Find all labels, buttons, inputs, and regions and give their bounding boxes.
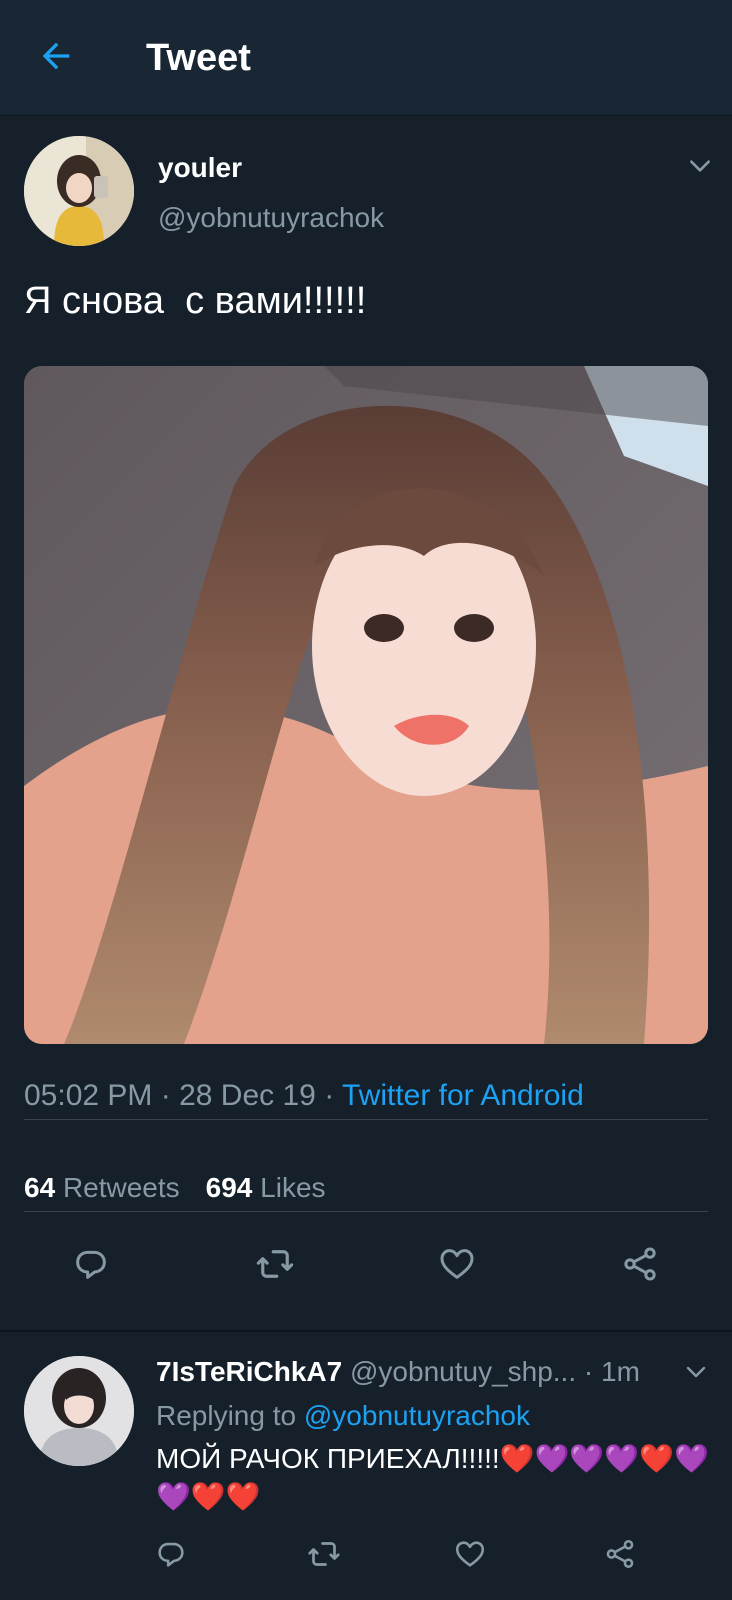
like-count: 694 [205,1172,253,1203]
reply-author-handle[interactable]: @yobnutuy_shp... [350,1356,576,1387]
back-button[interactable] [32,34,80,82]
tweet-stats: 64 Retweets 694 Likes [24,1172,326,1204]
tweet-meta: 05:02 PM · 28 Dec 19 · Twitter for Andro… [24,1079,584,1113]
reply-retweet-button[interactable] [298,1530,350,1582]
meta-separator: · [315,1079,342,1112]
tweet-menu-button[interactable] [680,148,720,188]
top-bar: Tweet [0,0,732,116]
share-button[interactable] [610,1236,670,1296]
retweet-button[interactable] [245,1236,305,1296]
tweet-photo[interactable] [24,366,708,1044]
reply-button[interactable] [61,1236,121,1296]
divider [24,1211,708,1212]
like-icon [437,1244,477,1289]
replying-mention-link[interactable]: @yobnutuyrachok [304,1400,530,1431]
reply-text: МОЙ РАЧОК ПРИЕХАЛ!!!!!❤️💜💜💜❤️💜💜❤️❤️ [156,1443,709,1512]
reply-time: · 1m [583,1356,640,1387]
retweet-icon [254,1243,296,1290]
tweet-time: 05:02 PM [24,1079,153,1112]
page-title: Tweet [146,37,251,79]
retweets-label: Retweets [62,1172,180,1203]
share-icon [620,1244,660,1289]
tweet-text: Я снова с вами!!!!!! [24,280,367,322]
meta-separator: · [152,1079,180,1112]
reply-icon [71,1244,111,1289]
divider [24,1119,708,1120]
reply-icon [154,1537,188,1576]
reply-reply-button[interactable] [145,1530,197,1582]
tweet-date: 28 Dec 19 [179,1079,316,1112]
retweet-count: 64 [24,1172,56,1203]
reply-menu-button[interactable] [676,1354,716,1394]
reply-author-name[interactable]: 7IsTeRiChkA7 [156,1356,342,1387]
share-icon [603,1537,637,1576]
reply-author-avatar[interactable] [24,1356,134,1466]
arrow-left-icon [36,36,76,81]
likes-label: Likes [260,1172,326,1203]
reply-like-button[interactable] [444,1530,496,1582]
replying-to: Replying to @yobnutuyrachok [156,1400,530,1432]
author-name[interactable]: youler [158,152,242,184]
chevron-down-icon [684,1360,708,1389]
author-handle[interactable]: @yobnutuyrachok [158,202,384,234]
likes-stat[interactable]: 694 Likes [206,1172,326,1203]
like-icon [453,1537,487,1576]
retweets-stat[interactable]: 64 Retweets [24,1172,180,1203]
chevron-down-icon [687,153,713,184]
tweet-source-link[interactable]: Twitter for Android [342,1079,584,1112]
like-button[interactable] [427,1236,487,1296]
author-avatar[interactable] [24,136,134,246]
retweet-icon [306,1536,342,1577]
reply-item[interactable]: 7IsTeRiChkA7 @yobnutuy_shp... · 1m Reply… [0,1332,732,1600]
replying-label: Replying to [156,1400,297,1431]
reply-header: 7IsTeRiChkA7 @yobnutuy_shp... · 1m [156,1356,640,1388]
reply-share-button[interactable] [594,1530,646,1582]
